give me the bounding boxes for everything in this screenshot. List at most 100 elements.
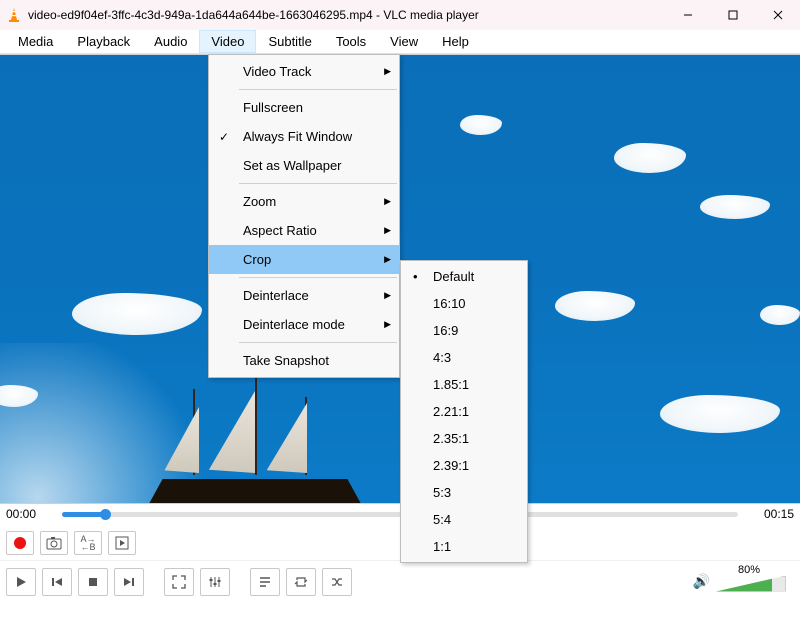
label: 5:3 xyxy=(433,485,451,500)
menu-separator xyxy=(239,277,397,278)
menu-media[interactable]: Media xyxy=(6,30,65,53)
submenu-arrow-icon: ▶ xyxy=(384,225,391,236)
iceberg xyxy=(760,305,800,325)
minimize-button[interactable] xyxy=(665,0,710,30)
previous-button[interactable] xyxy=(42,568,72,596)
menu-tools[interactable]: Tools xyxy=(324,30,378,53)
check-icon: ✓ xyxy=(219,130,229,144)
label: Set as Wallpaper xyxy=(243,158,342,173)
submenu-arrow-icon: ▶ xyxy=(384,254,391,265)
label: Always Fit Window xyxy=(243,129,352,144)
label: 2.39:1 xyxy=(433,458,469,473)
total-time[interactable]: 00:15 xyxy=(746,507,794,521)
fullscreen-icon xyxy=(172,575,186,589)
camera-icon xyxy=(46,536,62,550)
loop-button[interactable] xyxy=(286,568,316,596)
label: 1:1 xyxy=(433,539,451,554)
label: Take Snapshot xyxy=(243,353,329,368)
iceberg xyxy=(660,395,780,433)
extended-settings-button[interactable] xyxy=(200,568,230,596)
menu-view[interactable]: View xyxy=(378,30,430,53)
crop-option-5-3[interactable]: 5:3 xyxy=(401,479,527,506)
menu-item-zoom[interactable]: Zoom▶ xyxy=(209,187,399,216)
menu-video[interactable]: Video xyxy=(199,30,256,53)
iceberg xyxy=(700,195,770,219)
menubar: Media Playback Audio Video Subtitle Tool… xyxy=(0,30,800,54)
record-icon xyxy=(14,537,26,549)
iceberg xyxy=(72,293,202,335)
volume-slider[interactable]: 80% xyxy=(716,568,786,596)
crop-option-1-1[interactable]: 1:1 xyxy=(401,533,527,560)
label: 5:4 xyxy=(433,512,451,527)
crop-submenu: •Default 16:10 16:9 4:3 1.85:1 2.21:1 2.… xyxy=(400,260,528,563)
label: Deinterlace mode xyxy=(243,317,345,332)
next-button[interactable] xyxy=(114,568,144,596)
stop-icon xyxy=(87,576,99,588)
close-button[interactable] xyxy=(755,0,800,30)
loop-ab-button[interactable]: A→←B xyxy=(74,531,102,555)
crop-option-16-9[interactable]: 16:9 xyxy=(401,317,527,344)
loop-icon xyxy=(294,575,308,589)
skip-next-icon xyxy=(122,575,136,589)
playlist-button[interactable] xyxy=(250,568,280,596)
menu-item-crop[interactable]: Crop ▶ xyxy=(209,245,399,274)
label: Fullscreen xyxy=(243,100,303,115)
menu-separator xyxy=(239,342,397,343)
menu-item-deinterlace[interactable]: Deinterlace ▶ xyxy=(209,281,399,310)
video-menu-dropdown: Video Track▶ Fullscreen ✓ Always Fit Wind… xyxy=(208,54,400,378)
label: 2.21:1 xyxy=(433,404,469,419)
label: 4:3 xyxy=(433,350,451,365)
seek-fill xyxy=(62,512,104,517)
menu-playback[interactable]: Playback xyxy=(65,30,142,53)
submenu-arrow-icon: ▶ xyxy=(384,66,391,77)
crop-option-2-35-1[interactable]: 2.35:1 xyxy=(401,425,527,452)
menu-separator xyxy=(239,89,397,90)
label: Deinterlace xyxy=(243,288,309,303)
menu-subtitle[interactable]: Subtitle xyxy=(256,30,323,53)
menu-item-set-as-wallpaper[interactable]: Set as Wallpaper xyxy=(209,151,399,180)
seek-knob[interactable] xyxy=(100,509,111,520)
menu-item-deinterlace-mode[interactable]: Deinterlace mode▶ xyxy=(209,310,399,339)
menu-audio[interactable]: Audio xyxy=(142,30,199,53)
menu-item-fullscreen[interactable]: Fullscreen xyxy=(209,93,399,122)
playlist-icon xyxy=(258,575,272,589)
crop-option-4-3[interactable]: 4:3 xyxy=(401,344,527,371)
crop-option-default[interactable]: •Default xyxy=(401,263,527,290)
menu-item-video-track[interactable]: Video Track▶ xyxy=(209,57,399,86)
titlebar: video-ed9f04ef-3ffc-4c3d-949a-1da644a644… xyxy=(0,0,800,30)
crop-option-2-21-1[interactable]: 2.21:1 xyxy=(401,398,527,425)
play-icon xyxy=(14,575,28,589)
frame-step-button[interactable] xyxy=(108,531,136,555)
elapsed-time[interactable]: 00:00 xyxy=(6,507,54,521)
speaker-icon[interactable]: 🔊 xyxy=(693,573,710,590)
window-title: video-ed9f04ef-3ffc-4c3d-949a-1da644a644… xyxy=(28,8,479,22)
label: 1.85:1 xyxy=(433,377,469,392)
submenu-arrow-icon: ▶ xyxy=(384,196,391,207)
label: Aspect Ratio xyxy=(243,223,317,238)
menu-item-aspect-ratio[interactable]: Aspect Ratio ▶ xyxy=(209,216,399,245)
menu-item-take-snapshot[interactable]: Take Snapshot xyxy=(209,346,399,375)
crop-option-5-4[interactable]: 5:4 xyxy=(401,506,527,533)
menu-item-always-fit-window[interactable]: ✓ Always Fit Window xyxy=(209,122,399,151)
window-controls xyxy=(665,0,800,30)
play-button[interactable] xyxy=(6,568,36,596)
crop-option-2-39-1[interactable]: 2.39:1 xyxy=(401,452,527,479)
maximize-button[interactable] xyxy=(710,0,755,30)
menu-help[interactable]: Help xyxy=(430,30,481,53)
shuffle-icon xyxy=(330,575,344,589)
vlc-cone-icon xyxy=(6,7,22,23)
shuffle-button[interactable] xyxy=(322,568,352,596)
label: 16:9 xyxy=(433,323,458,338)
stop-button[interactable] xyxy=(78,568,108,596)
record-button[interactable] xyxy=(6,531,34,555)
volume-control: 🔊 80% xyxy=(693,568,794,596)
fullscreen-button[interactable] xyxy=(164,568,194,596)
crop-option-1-85-1[interactable]: 1.85:1 xyxy=(401,371,527,398)
ship xyxy=(145,393,365,503)
loop-ab-icon: A→←B xyxy=(80,535,95,551)
submenu-arrow-icon: ▶ xyxy=(384,290,391,301)
snapshot-button[interactable] xyxy=(40,531,68,555)
label: Crop xyxy=(243,252,271,267)
iceberg xyxy=(614,143,686,173)
crop-option-16-10[interactable]: 16:10 xyxy=(401,290,527,317)
